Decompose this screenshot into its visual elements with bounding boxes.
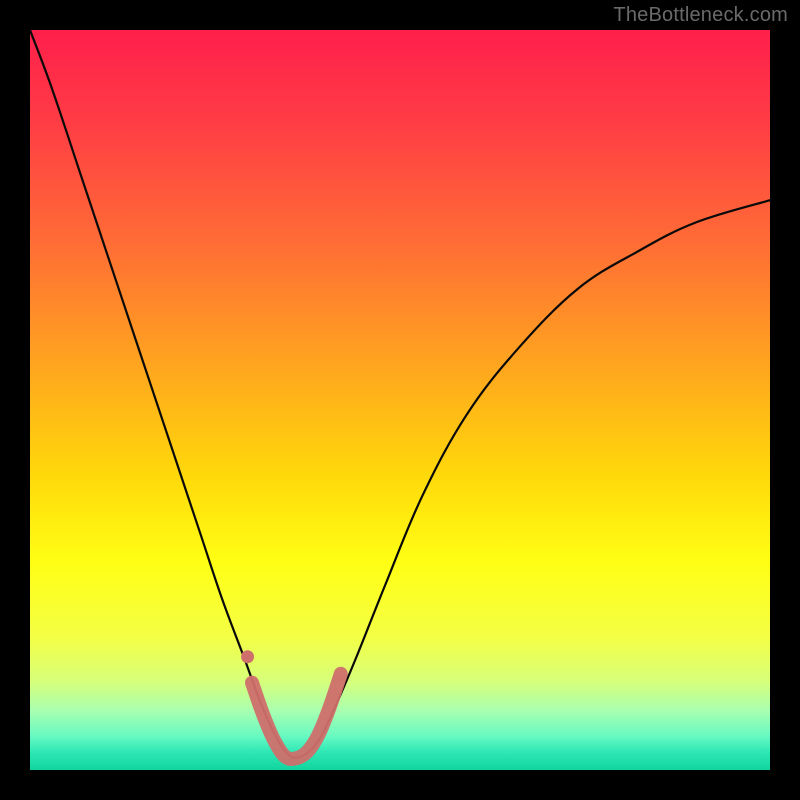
curve-layer	[30, 30, 770, 770]
optimal-band-dot	[241, 650, 254, 663]
plot-area	[30, 30, 770, 770]
optimal-band-highlight	[252, 674, 341, 759]
chart-frame: TheBottleneck.com	[0, 0, 800, 800]
watermark-text: TheBottleneck.com	[613, 4, 788, 27]
bottleneck-curve	[30, 30, 770, 758]
